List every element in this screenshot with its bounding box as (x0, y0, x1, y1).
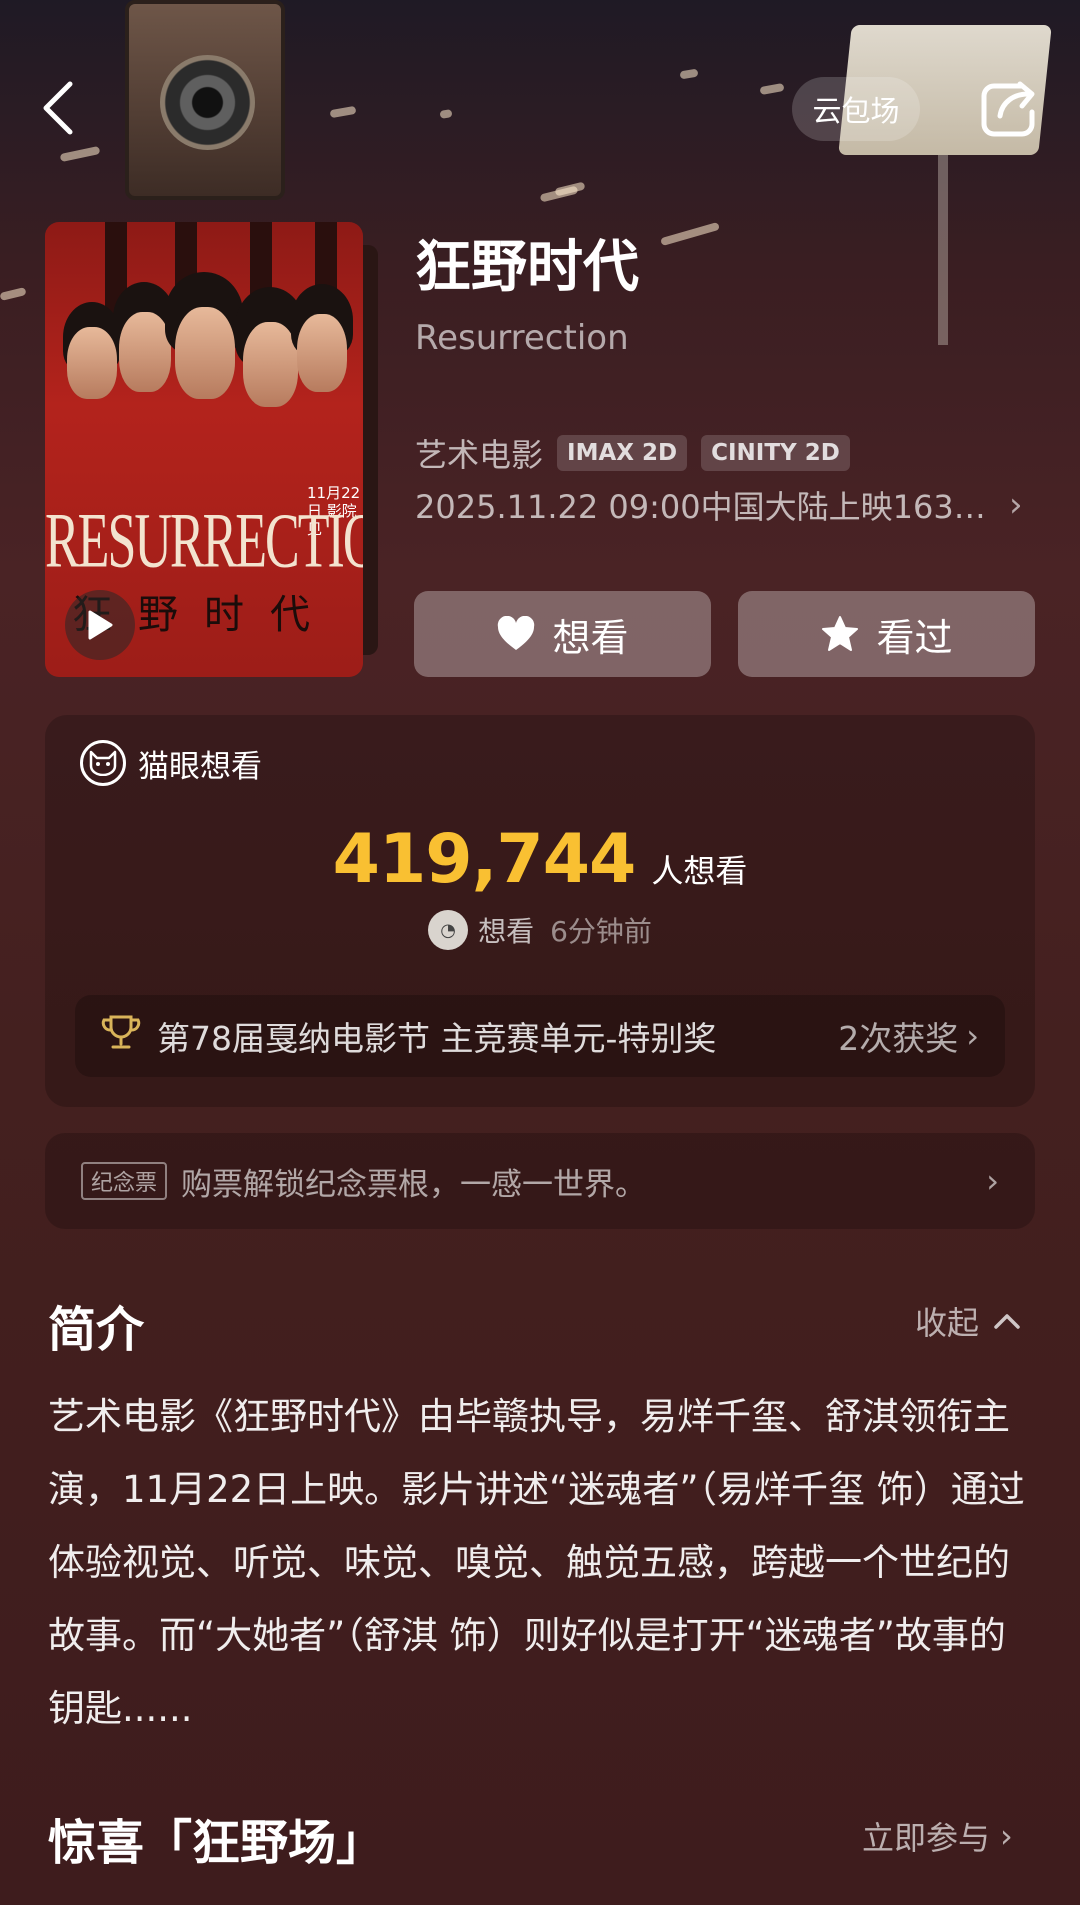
heart-icon (498, 616, 535, 650)
trophy-shape (101, 1015, 141, 1049)
want-count: 419,744 (332, 820, 637, 899)
chevron-up-icon (994, 1314, 1020, 1329)
poster-figure (297, 314, 347, 392)
star-icon (822, 616, 859, 651)
cat-face-icon (89, 750, 117, 776)
award-count: 2次获奖 (838, 1019, 959, 1058)
watched-label: 看过 (876, 615, 953, 660)
camera-lens-illustration (160, 55, 255, 150)
release-info-link[interactable]: 2025.11.22 09:00中国大陆上映163分钟 › (415, 482, 1035, 528)
release-info: 2025.11.22 09:00中国大陆上映163分钟 (415, 488, 995, 526)
light-streak (439, 109, 453, 119)
intro-heading: 简介 (48, 1302, 145, 1358)
light-streak (59, 145, 101, 163)
movie-english-title: Resurrection (415, 318, 629, 358)
share-button[interactable] (978, 78, 1040, 140)
maoyan-want-card: 猫眼想看 419,744 人想看 ◔ 想看 6分钟前 第78届戛纳电影节 主竞赛… (45, 715, 1035, 1107)
souvenir-tag: 纪念票 (81, 1162, 168, 1200)
chevron-left-icon (43, 81, 73, 135)
want-count-unit: 人想看 (651, 852, 748, 890)
play-icon (88, 610, 113, 640)
recent-action: 想看 (478, 915, 535, 948)
lamp-pole-illustration (938, 155, 948, 345)
trophy-icon (101, 1014, 143, 1058)
poster-figure (243, 322, 298, 407)
collapse-label: 收起 (915, 1304, 980, 1342)
light-streak (329, 105, 357, 119)
movie-title: 狂野时代 (415, 235, 639, 300)
intro-body: 艺术电影《狂野时代》由毕赣执导，易烊千玺、舒淇领衔主演，11月22日上映。影片讲… (48, 1395, 1025, 1730)
maoyan-header: 猫眼想看 (80, 740, 262, 786)
watched-button[interactable]: 看过 (738, 591, 1035, 677)
chevron-right-icon: › (986, 1162, 999, 1200)
cloud-booking-label: 云包场 (812, 94, 900, 128)
light-streak (679, 68, 699, 80)
collapse-button[interactable]: 收起 (915, 1298, 1021, 1344)
poster-figure (175, 307, 235, 399)
cloud-booking-button[interactable]: 云包场 (792, 77, 920, 141)
chevron-right-icon: › (1009, 485, 1023, 525)
movie-meta: 艺术电影 IMAX 2D CINITY 2D (415, 430, 850, 476)
souvenir-ticket-bar[interactable]: 纪念票 购票解锁纪念票根，一感一世界。 › (45, 1133, 1035, 1229)
want-to-watch-label: 想看 (552, 615, 629, 660)
poster-figure (67, 327, 117, 399)
share-icon (981, 81, 1035, 137)
format-tag-imax: IMAX 2D (557, 435, 688, 471)
award-bar[interactable]: 第78届戛纳电影节 主竞赛单元-特别奖 2次获奖 › (75, 995, 1005, 1077)
light-streak (759, 82, 785, 96)
poster-figure (119, 312, 171, 392)
souvenir-text: 购票解锁纪念票根，一感一世界。 (181, 1166, 647, 1203)
light-streak (0, 286, 27, 302)
chevron-right-icon: › (1000, 1817, 1013, 1855)
want-count-row: 419,744 人想看 (45, 820, 1035, 899)
back-button[interactable] (30, 72, 86, 144)
chevron-right-icon: › (966, 1017, 979, 1055)
award-text: 第78届戛纳电影节 主竞赛单元-特别奖 (157, 1019, 717, 1058)
maoyan-brand-label: 猫眼想看 (138, 748, 262, 785)
poster-title: RESURRECTION (45, 498, 363, 585)
join-now-button[interactable]: 立即参与 › (862, 1813, 1013, 1859)
want-to-watch-button[interactable]: 想看 (414, 591, 711, 677)
recent-time: 6分钟前 (550, 915, 652, 948)
join-now-label: 立即参与 (862, 1819, 991, 1857)
surprise-heading: 惊喜「狂野场」 (48, 1815, 385, 1871)
recent-activity: ◔ 想看 6分钟前 (45, 910, 1035, 950)
light-streak (660, 221, 720, 247)
avatar: ◔ (428, 910, 469, 950)
movie-genre: 艺术电影 (415, 436, 544, 474)
maoyan-cat-icon (80, 740, 126, 786)
format-tag-cinity: CINITY 2D (701, 435, 850, 471)
play-trailer-button[interactable] (65, 590, 135, 660)
